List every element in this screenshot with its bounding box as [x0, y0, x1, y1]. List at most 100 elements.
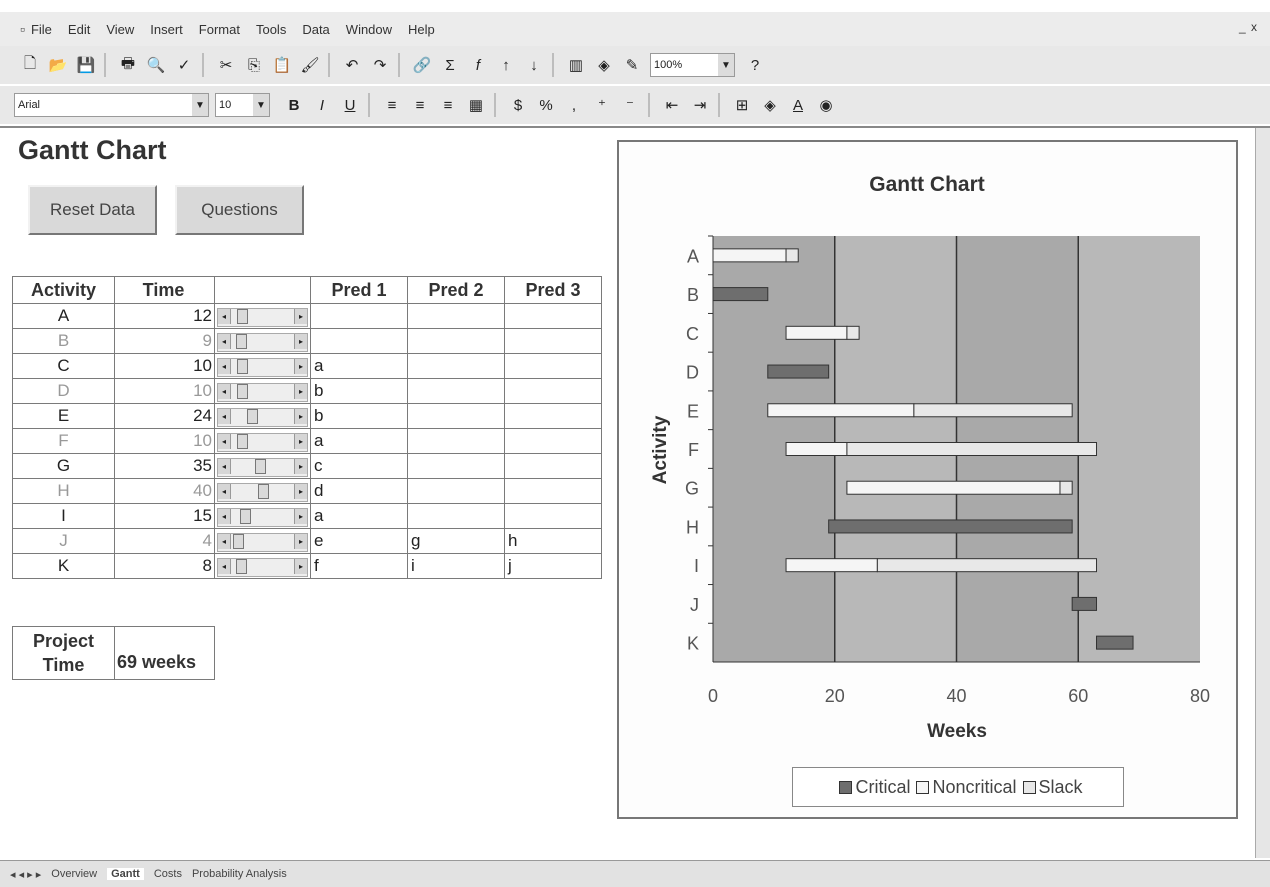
pred1-cell[interactable]: a — [310, 503, 408, 529]
scroll-left-arrow-icon[interactable]: ◂ — [218, 309, 231, 324]
activity-cell[interactable]: F — [12, 428, 115, 454]
pred2-cell[interactable]: g — [407, 528, 505, 554]
menu-edit[interactable]: Edit — [68, 22, 90, 37]
activity-cell[interactable]: D — [12, 378, 115, 404]
undo-icon[interactable]: ↶ — [340, 53, 364, 77]
scroll-left-arrow-icon[interactable]: ◂ — [218, 559, 231, 574]
print-icon[interactable]: 🖶 — [116, 53, 140, 77]
copy-icon[interactable]: ⎘ — [242, 53, 266, 77]
time-cell[interactable]: 10 — [114, 378, 215, 404]
pred1-cell[interactable]: d — [310, 478, 408, 504]
scroll-thumb[interactable] — [233, 534, 244, 549]
tab-gantt[interactable]: Gantt — [107, 868, 144, 880]
print-preview-icon[interactable]: 🔍 — [144, 53, 168, 77]
paste-icon[interactable]: 📋 — [270, 53, 294, 77]
pred1-cell[interactable] — [310, 328, 408, 354]
borders-icon[interactable]: ⊞ — [730, 93, 754, 117]
pred2-cell[interactable] — [407, 378, 505, 404]
activity-cell[interactable]: H — [12, 478, 115, 504]
time-scrollbar[interactable]: ◂ ▸ — [217, 433, 308, 452]
scroll-right-arrow-icon[interactable]: ▸ — [294, 559, 307, 574]
scroll-left-arrow-icon[interactable]: ◂ — [218, 509, 231, 524]
pred3-cell[interactable] — [504, 378, 602, 404]
new-icon[interactable]: 🗋 — [18, 53, 42, 77]
italic-icon[interactable]: I — [310, 93, 334, 117]
time-scrollbar[interactable]: ◂ ▸ — [217, 508, 308, 527]
comma-icon[interactable]: , — [562, 93, 586, 117]
tab-costs[interactable]: Costs — [154, 868, 182, 880]
vertical-scrollbar[interactable] — [1255, 128, 1270, 858]
pred2-cell[interactable] — [407, 453, 505, 479]
scroll-right-arrow-icon[interactable]: ▸ — [294, 309, 307, 324]
time-cell[interactable]: 24 — [114, 403, 215, 429]
scroll-left-arrow-icon[interactable]: ◂ — [218, 434, 231, 449]
reset-data-button[interactable]: Reset Data — [28, 185, 157, 235]
scroll-right-arrow-icon[interactable]: ▸ — [294, 484, 307, 499]
scroll-thumb[interactable] — [237, 309, 248, 324]
pred3-cell[interactable] — [504, 503, 602, 529]
increase-decimal-icon[interactable]: ⁺ — [590, 93, 614, 117]
menu-data[interactable]: Data — [302, 22, 329, 37]
scroll-thumb[interactable] — [254, 459, 266, 474]
scroll-thumb[interactable] — [236, 434, 248, 449]
scroll-left-arrow-icon[interactable]: ◂ — [218, 359, 231, 374]
percent-icon[interactable]: % — [534, 93, 558, 117]
merge-center-icon[interactable]: ▦ — [464, 93, 488, 117]
time-cell[interactable]: 10 — [114, 353, 215, 379]
scroll-thumb[interactable] — [247, 409, 258, 424]
underline-icon[interactable]: U — [338, 93, 362, 117]
increase-indent-icon[interactable]: ⇥ — [688, 93, 712, 117]
menu-tools[interactable]: Tools — [256, 22, 286, 37]
chart-area[interactable] — [617, 140, 1238, 819]
pred1-cell[interactable]: e — [310, 528, 408, 554]
pred1-cell[interactable]: b — [310, 403, 408, 429]
chevron-down-icon[interactable]: ▼ — [192, 94, 208, 116]
activity-cell[interactable]: E — [12, 403, 115, 429]
time-cell[interactable]: 15 — [114, 503, 215, 529]
drawing-icon[interactable]: ✎ — [620, 53, 644, 77]
questions-button[interactable]: Questions — [175, 185, 304, 235]
time-cell[interactable]: 10 — [114, 428, 215, 454]
pred3-cell[interactable]: h — [504, 528, 602, 554]
pred3-cell[interactable]: j — [504, 553, 602, 579]
scroll-left-arrow-icon[interactable]: ◂ — [218, 384, 231, 399]
hyperlink-icon[interactable]: 🔗 — [410, 53, 434, 77]
help-icon[interactable]: ? — [743, 53, 767, 77]
scroll-thumb[interactable] — [236, 359, 248, 374]
activity-cell[interactable]: I — [12, 503, 115, 529]
scroll-right-arrow-icon[interactable]: ▸ — [294, 459, 307, 474]
pred3-cell[interactable] — [504, 328, 602, 354]
time-scrollbar[interactable]: ◂ ▸ — [217, 458, 308, 477]
currency-icon[interactable]: $ — [506, 93, 530, 117]
scroll-right-arrow-icon[interactable]: ▸ — [294, 359, 307, 374]
time-scrollbar[interactable]: ◂ ▸ — [217, 383, 308, 402]
menu-insert[interactable]: Insert — [150, 22, 183, 37]
activity-cell[interactable]: J — [12, 528, 115, 554]
camera-icon[interactable]: ◉ — [814, 93, 838, 117]
scroll-right-arrow-icon[interactable]: ▸ — [294, 334, 307, 349]
cut-icon[interactable]: ✂ — [214, 53, 238, 77]
scroll-left-arrow-icon[interactable]: ◂ — [218, 484, 231, 499]
activity-cell[interactable]: B — [12, 328, 115, 354]
time-cell[interactable]: 4 — [114, 528, 215, 554]
pred1-cell[interactable]: f — [310, 553, 408, 579]
pred2-cell[interactable] — [407, 303, 505, 329]
pred1-cell[interactable]: a — [310, 353, 408, 379]
function-icon[interactable]: f — [466, 53, 490, 77]
scroll-left-arrow-icon[interactable]: ◂ — [218, 534, 231, 549]
bold-icon[interactable]: B — [282, 93, 306, 117]
align-right-icon[interactable]: ≡ — [436, 93, 460, 117]
pred3-cell[interactable] — [504, 353, 602, 379]
save-icon[interactable]: 💾 — [74, 53, 98, 77]
pred2-cell[interactable] — [407, 403, 505, 429]
pred3-cell[interactable] — [504, 303, 602, 329]
scroll-right-arrow-icon[interactable]: ▸ — [294, 409, 307, 424]
scroll-thumb[interactable] — [240, 509, 251, 524]
align-left-icon[interactable]: ≡ — [380, 93, 404, 117]
map-icon[interactable]: ◈ — [592, 53, 616, 77]
open-icon[interactable]: 📂 — [46, 53, 70, 77]
pred3-cell[interactable] — [504, 453, 602, 479]
window-controls[interactable]: _ x — [1239, 20, 1258, 34]
menu-help[interactable]: Help — [408, 22, 435, 37]
scroll-thumb[interactable] — [235, 559, 247, 574]
